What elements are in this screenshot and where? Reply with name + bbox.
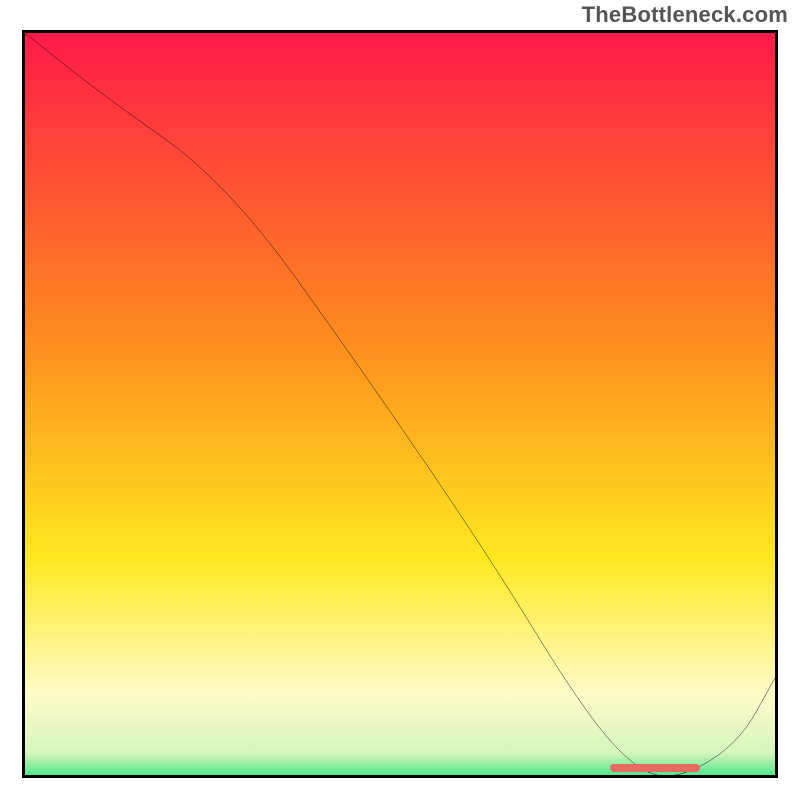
watermark-text: TheBottleneck.com bbox=[582, 2, 788, 28]
chart-frame bbox=[22, 30, 778, 778]
chart-curve bbox=[25, 33, 775, 778]
optimal-range-marker bbox=[610, 764, 700, 772]
